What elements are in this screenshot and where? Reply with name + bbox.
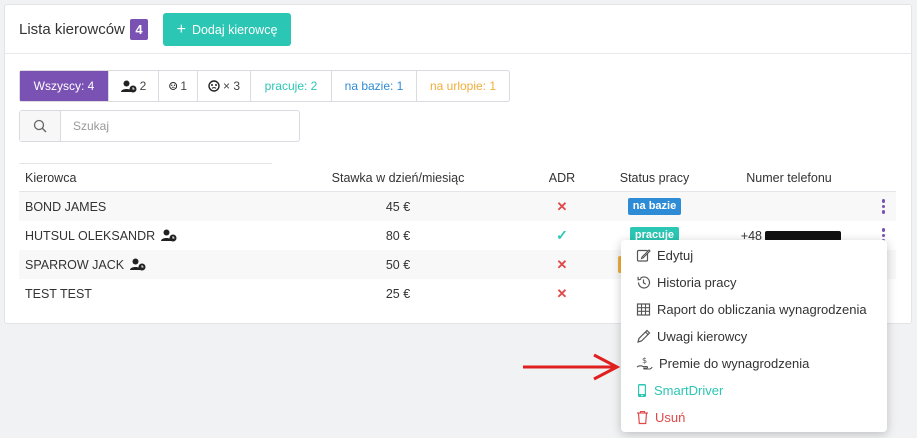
history-icon xyxy=(637,276,651,289)
column-header-adr[interactable]: ADR xyxy=(522,171,602,185)
driver-rate: 50 € xyxy=(385,257,411,272)
row-menu-button[interactable] xyxy=(871,199,896,214)
search-icon[interactable] xyxy=(20,111,61,141)
filter-label: 1 xyxy=(180,79,187,93)
menu-item-driver-notes[interactable]: Uwagi kierowcy xyxy=(621,323,887,350)
menu-item-smartdriver[interactable]: SmartDriver xyxy=(621,377,887,404)
menu-item-salary-report[interactable]: Raport do obliczania wynagrodzenia xyxy=(621,296,887,323)
menu-item-label: Premie do wynagrodzenia xyxy=(659,356,810,371)
add-driver-label: Dodaj kierowcę xyxy=(191,22,278,37)
bonus-hand-icon: $ xyxy=(636,356,653,370)
driver-name-text: BOND JAMES xyxy=(25,199,107,214)
filter-working[interactable]: pracuje: 2 xyxy=(251,71,332,101)
driver-name-text: HUTSUL OLEKSANDR xyxy=(25,228,156,243)
face-icon xyxy=(169,82,178,90)
search-box xyxy=(19,110,300,142)
driver-name-text: SPARROW JACK xyxy=(25,257,125,272)
menu-item-label: Usuń xyxy=(655,410,686,425)
driver-rate: 80 € xyxy=(385,228,411,243)
filter-label: Wszyscy: 4 xyxy=(33,79,95,93)
status-cell: na bazie xyxy=(602,198,707,215)
filter-all[interactable]: Wszyscy: 4 xyxy=(20,71,109,101)
column-header-rate[interactable]: Stawka w dzień/miesiąc xyxy=(274,171,522,185)
adr-cell: ✕ xyxy=(522,286,602,302)
driver-clock-icon xyxy=(161,229,177,242)
svg-text:$: $ xyxy=(642,356,647,365)
check-icon: ✓ xyxy=(556,227,568,243)
menu-item-delete[interactable]: Usuń xyxy=(621,404,887,431)
adr-cell: ✕ xyxy=(522,199,602,215)
driver-name-text: TEST TEST xyxy=(25,286,92,301)
menu-item-label: Edytuj xyxy=(657,248,694,263)
cross-icon: ✕ xyxy=(556,198,568,214)
menu-item-label: SmartDriver xyxy=(654,383,724,398)
status-badge: na bazie xyxy=(627,198,682,215)
table-header: Kierowca Stawka w dzień/miesiąc ADR Stat… xyxy=(19,163,896,192)
trash-icon xyxy=(637,410,648,425)
filter-at-base[interactable]: na bazie: 1 xyxy=(332,71,417,101)
driver-rate: 45 € xyxy=(385,199,411,214)
face-icon xyxy=(208,80,220,92)
menu-item-edit[interactable]: Edytuj xyxy=(621,242,887,269)
driver-name: BOND JAMES xyxy=(19,200,274,214)
filter-label: na bazie: 1 xyxy=(344,79,404,93)
driver-name: TEST TEST xyxy=(19,287,274,301)
filter-driver-clock[interactable]: 2 xyxy=(109,71,159,101)
column-header-driver[interactable]: Kierowca xyxy=(19,171,274,185)
column-header-phone[interactable]: Numer telefonu xyxy=(707,171,871,185)
filter-label: pracuje: 2 xyxy=(264,79,318,93)
table-row[interactable]: BOND JAMES 45 € ✕ na bazie xyxy=(19,192,896,221)
cross-icon: ✕ xyxy=(556,285,568,301)
redacted-block xyxy=(765,230,841,241)
cross-icon: ✕ xyxy=(556,256,568,272)
table-icon xyxy=(636,303,651,316)
filter-bar: Wszyscy: 4 2 1 × 3 pracuje: 2 na bazie: … xyxy=(19,70,510,102)
adr-cell: ✓ xyxy=(522,227,602,244)
phone-icon xyxy=(638,384,646,397)
card-header: Lista kierowców 4 + Dodaj kierowcę xyxy=(5,5,911,54)
menu-item-label: Raport do obliczania wynagrodzenia xyxy=(657,302,867,317)
row-context-menu: Edytuj Historia pracy Raport do obliczan… xyxy=(621,240,887,432)
menu-item-bonuses[interactable]: $ Premie do wynagrodzenia xyxy=(621,350,887,377)
page-title: Lista kierowców xyxy=(19,21,125,38)
filter-label: × 3 xyxy=(223,79,241,93)
driver-count-badge: 4 xyxy=(130,19,148,40)
edit-icon xyxy=(636,249,651,262)
driver-rate: 25 € xyxy=(385,286,411,301)
driver-name: SPARROW JACK xyxy=(19,258,274,272)
filter-label: 2 xyxy=(139,79,147,93)
add-driver-button[interactable]: + Dodaj kierowcę xyxy=(163,13,291,46)
menu-item-label: Uwagi kierowcy xyxy=(657,329,748,344)
column-header-status[interactable]: Status pracy xyxy=(602,171,707,185)
filter-on-vacation[interactable]: na urlopie: 1 xyxy=(417,71,509,101)
search-input[interactable] xyxy=(61,111,299,141)
driver-clock-icon xyxy=(120,80,137,92)
driver-clock-icon xyxy=(130,258,146,271)
filter-face-x[interactable]: × 3 xyxy=(198,71,251,101)
kebab-menu-icon xyxy=(881,199,886,214)
plus-icon: + xyxy=(176,20,186,38)
driver-name: HUTSUL OLEKSANDR xyxy=(19,229,274,243)
pencil-icon xyxy=(637,329,651,343)
menu-item-label: Historia pracy xyxy=(657,275,737,290)
filter-face[interactable]: 1 xyxy=(159,71,198,101)
menu-item-history[interactable]: Historia pracy xyxy=(621,269,887,296)
filter-label: na urlopie: 1 xyxy=(429,79,497,93)
adr-cell: ✕ xyxy=(522,257,602,273)
red-arrow-annotation xyxy=(523,353,621,381)
